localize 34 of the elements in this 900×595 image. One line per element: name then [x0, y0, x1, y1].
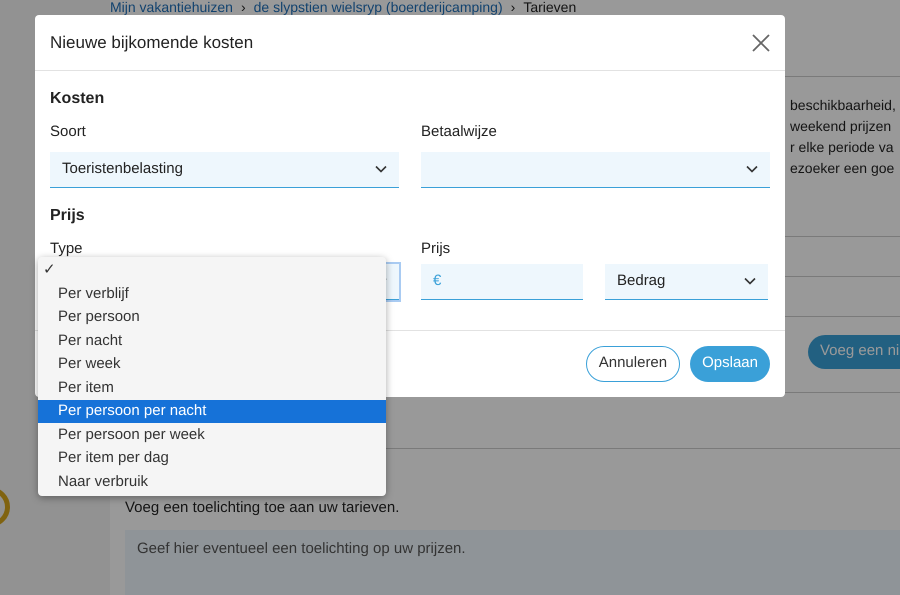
dropdown-option[interactable]: Per nacht [38, 329, 386, 352]
dropdown-option[interactable]: Per item [38, 376, 386, 400]
dropdown-option[interactable]: Per persoon [38, 306, 386, 329]
section-heading: Kosten [50, 89, 106, 109]
field-label: Prijs [421, 238, 452, 256]
dropdown-option[interactable]: Per item per dag [38, 446, 386, 470]
select-field[interactable]: Bedrag [605, 264, 768, 300]
intro-text: beschikbaarheid, [790, 96, 897, 115]
breadcrumb-current: Tarieven [523, 0, 576, 17]
dialog-title: Nieuwe bijkomende kosten [50, 32, 254, 54]
close-icon[interactable] [752, 34, 770, 52]
dropdown-option[interactable]: Naar verbruik [38, 470, 386, 494]
chevron-down-icon [375, 165, 387, 173]
cancel-button[interactable]: Annuleren [586, 346, 680, 382]
intro-text: ezoeker een goe [790, 159, 896, 178]
select-field[interactable] [421, 152, 770, 188]
dropdown-option[interactable]: Per week [38, 352, 386, 376]
section-heading: Prijs [50, 206, 86, 226]
breadcrumb-separator: › [510, 0, 516, 17]
field-label: Type [50, 238, 84, 256]
note-label: Voeg een toelichting toe aan uw tarieven. [125, 498, 400, 518]
intro-text: weekend prijzen [790, 117, 892, 136]
breadcrumb-separator: › [240, 0, 246, 17]
field-label: Betaalwijze [421, 122, 498, 142]
dropdown-option[interactable]: Per persoon per nacht [38, 400, 386, 423]
chevron-down-icon [744, 277, 756, 285]
chevron-down-icon [746, 165, 758, 173]
field-label: Soort [50, 122, 87, 142]
intro-text: r elke periode va [790, 138, 895, 157]
dropdown-option[interactable]: Per persoon per week [38, 423, 386, 446]
dropdown-option[interactable]: Per verblijf [38, 282, 386, 306]
check-mark: ✓ [43, 260, 56, 280]
note-field[interactable]: Geef hier eventueel een toelichting op uw prijzen. [125, 530, 900, 595]
select-field[interactable]: Toeristenbelasting [50, 152, 399, 188]
